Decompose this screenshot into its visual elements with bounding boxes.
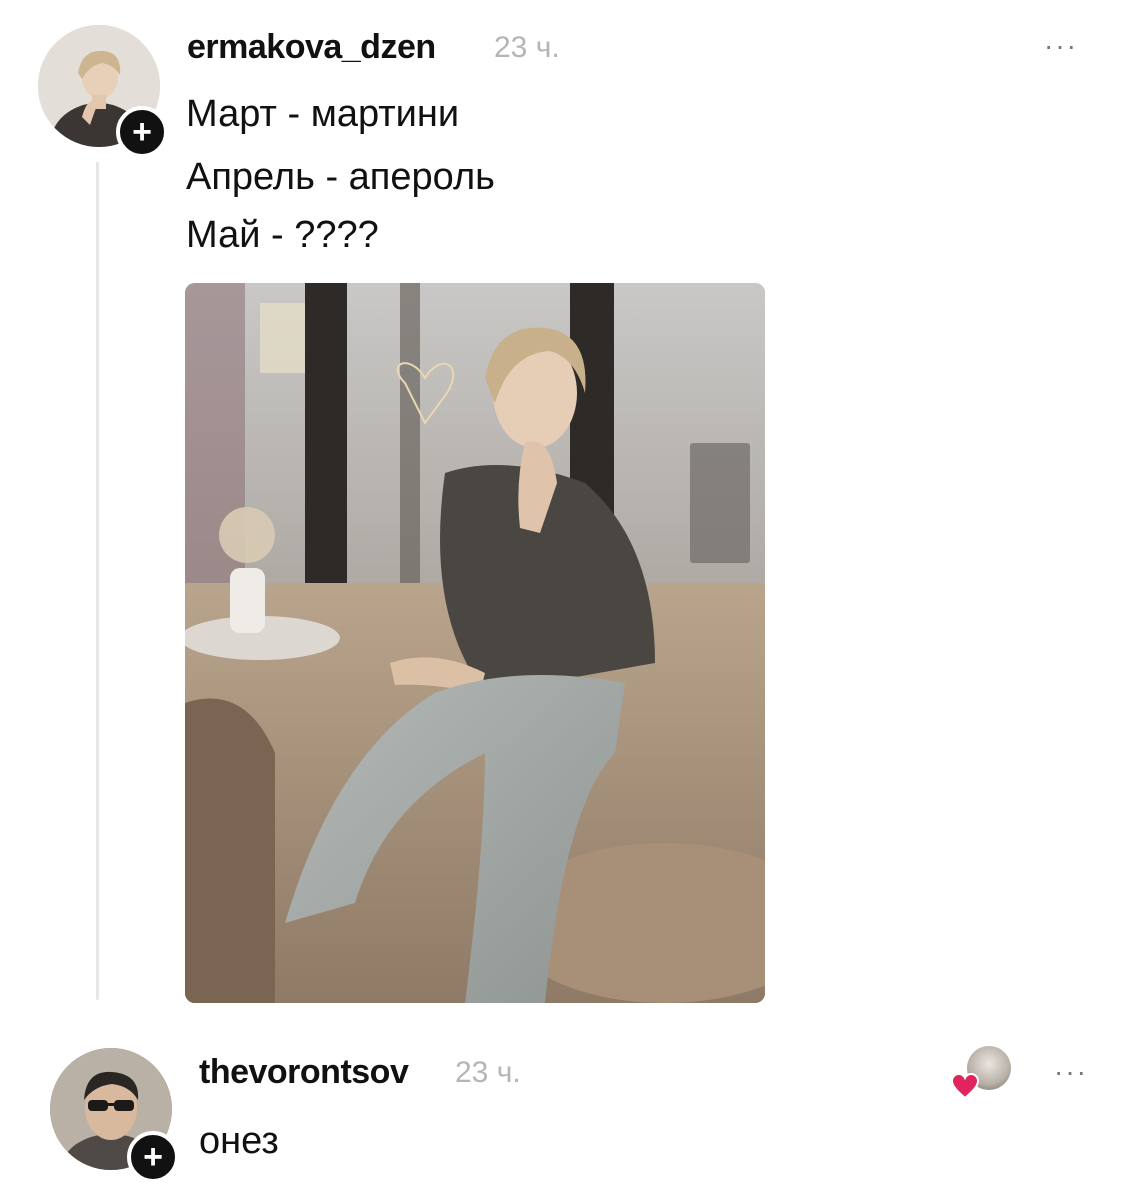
post-username[interactable]: ermakova_dzen [187,28,436,67]
post-text-line: Апрель - апероль [186,156,495,198]
more-horizontal-icon[interactable]: ··· [1054,1056,1088,1088]
reply-timestamp: 23 ч. [455,1056,521,1089]
thread-line [96,162,99,1000]
photo-scene [185,283,765,1003]
plus-icon: + [132,113,152,151]
reply-username[interactable]: thevorontsov [199,1053,409,1092]
plus-icon: + [143,1138,163,1176]
post-timestamp: 23 ч. [494,31,560,64]
heart-icon[interactable] [951,1073,979,1099]
post-photo[interactable] [185,283,765,1003]
post-text-line: Март - мартини [186,93,460,135]
reply-text: онез [199,1120,279,1162]
follow-button[interactable]: + [116,106,168,158]
follow-button[interactable]: + [127,1131,179,1183]
post-text-line: Май - ???? [186,214,379,256]
more-horizontal-icon[interactable]: ··· [1044,30,1078,62]
post: + ermakova_dzen 23 ч. ··· Март - мартини… [0,0,1140,1020]
